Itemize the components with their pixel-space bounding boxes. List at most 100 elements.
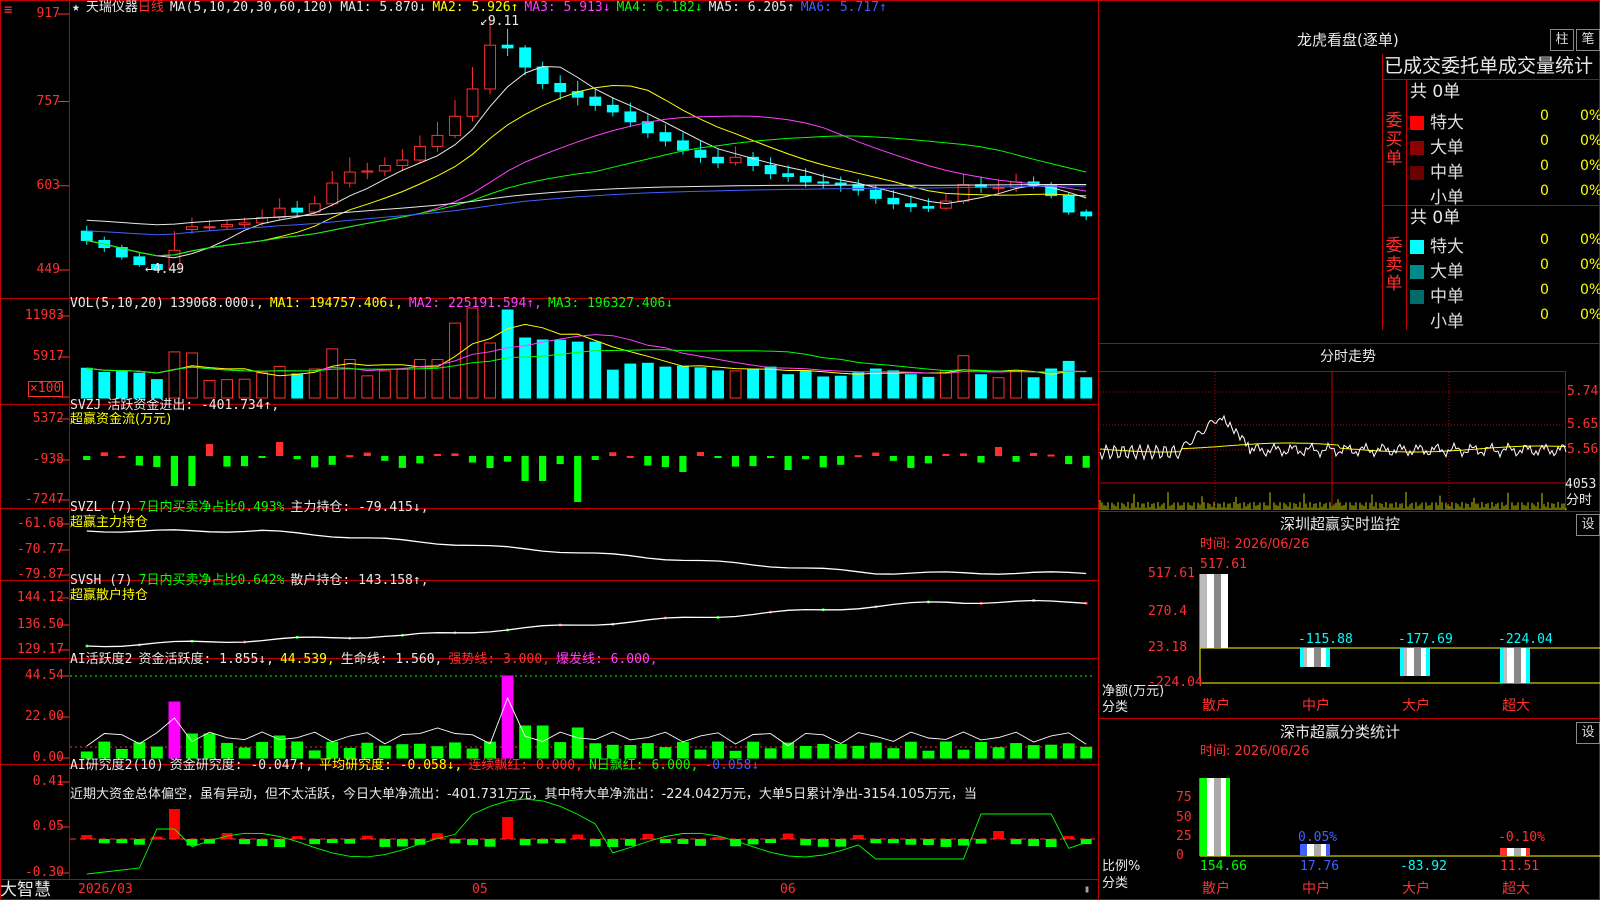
header-item: 平均研究度: -0.058↓, <box>319 758 463 773</box>
ma-value: MA6: 5.717↑ <box>800 0 887 15</box>
stats-bar-value: -83.92 <box>1400 859 1447 874</box>
ma-values: MA1: 5.870↓ MA2: 5.926↑ MA3: 5.913↓ MA4: 6.… <box>340 0 893 15</box>
header-item: 7日内买卖净占比0.642% <box>138 573 285 588</box>
candle-down <box>712 156 724 164</box>
stats-bar-stripe <box>1200 778 1207 856</box>
volume-bar-down <box>1080 377 1093 399</box>
activity-bar <box>1027 745 1040 759</box>
monitor-settings-button[interactable]: 设 <box>1576 514 1600 536</box>
activity-bar <box>484 741 496 759</box>
intraday-tick: 5.74 <box>1567 384 1599 399</box>
price-grid <box>58 13 69 271</box>
ma-line <box>86 184 1087 226</box>
stats-settings-button[interactable]: 设 <box>1576 722 1600 744</box>
candle-down <box>133 256 146 266</box>
volume-bar-down <box>975 374 987 399</box>
research-bar-green <box>1045 839 1057 847</box>
flow-bar-in <box>696 452 705 456</box>
svsh-line <box>58 597 1088 651</box>
research-bar-green <box>677 839 689 844</box>
volume-bar-down <box>747 368 760 399</box>
row-label: 大单 <box>1430 262 1464 282</box>
volume-bar-up <box>1010 371 1023 399</box>
volume-bar-up <box>186 352 198 399</box>
bar-view-button[interactable]: 柱 <box>1550 29 1574 51</box>
research-bar-green <box>887 839 899 844</box>
tick-view-button[interactable]: 笔 <box>1576 29 1600 51</box>
research-bar-green <box>484 839 496 847</box>
sell-row: 大单 0 0% <box>1410 255 1600 282</box>
research-bar-red <box>852 834 864 839</box>
header-item: SVZJ <box>70 398 102 413</box>
volume-bar-down <box>677 365 689 399</box>
flow-bar-out <box>503 456 512 462</box>
header-item: 主力持仓: -79.415↓, <box>290 500 429 515</box>
candle-down <box>764 165 777 175</box>
activity-bar <box>98 741 111 759</box>
star-icon[interactable]: ★ <box>72 0 80 15</box>
candle-down <box>536 66 549 84</box>
header-item: MA1: 194757.406↓, <box>269 296 403 311</box>
header-item: SVSH (7) <box>70 573 133 588</box>
candle-up <box>484 44 496 90</box>
monitor-bar <box>1500 648 1530 683</box>
volume-bar-down <box>852 372 865 399</box>
axis-tick-label: 136.50 <box>17 617 64 632</box>
candlestick-series <box>80 17 1093 270</box>
header-item: 44.539, <box>279 652 335 667</box>
flow-bar-out <box>398 456 406 468</box>
monitor-bar-stripe <box>1407 648 1414 676</box>
moving-average-lines <box>86 65 1087 259</box>
research-bar-green <box>256 839 268 847</box>
sell-row: 中单 0 0% <box>1410 280 1600 307</box>
candle-up <box>466 88 479 117</box>
activity-bar <box>361 742 374 759</box>
flow-bar-out <box>731 456 740 467</box>
candle-down <box>694 149 707 158</box>
stats-bar-value: 154.66 <box>1200 859 1247 874</box>
intraday-title: 分时走势 <box>1320 349 1376 365</box>
axis-tick-label: 144.12 <box>17 590 64 605</box>
volume-bar-down <box>501 309 514 399</box>
sell-total: 共 0单 <box>1410 208 1461 228</box>
svzl-subtitle: 超赢主力持仓 <box>70 515 149 530</box>
flow-bar-out <box>381 456 389 461</box>
lock-icon[interactable]: ▮ <box>1084 882 1090 898</box>
axis-tick-label: -0.30 <box>24 865 64 880</box>
stats-bar-stripe <box>1526 848 1530 856</box>
activity-line <box>86 696 1087 747</box>
flow-bar-out <box>170 456 178 486</box>
candle-down <box>869 189 882 199</box>
flow-bar-out <box>240 456 249 467</box>
research-bar-red <box>572 834 584 839</box>
volume-bar-up <box>221 379 233 399</box>
flow-bar-out <box>977 456 985 463</box>
flow-bar-out <box>714 456 722 458</box>
research-bar-green <box>309 839 321 845</box>
row-count: 0 <box>1540 282 1549 298</box>
header-item: 资金研究度: -0.047↑, <box>169 758 314 773</box>
volume-bar-down <box>519 337 532 399</box>
activity-bar-hot <box>501 675 514 759</box>
research-bar-green <box>133 839 145 845</box>
research-bar-red <box>993 831 1004 839</box>
stats-axis-label: 比例% <box>1102 859 1141 874</box>
volume-bar-down <box>922 376 935 399</box>
period-label[interactable]: 日线 <box>138 0 164 15</box>
volume-bar-up <box>729 370 742 399</box>
stats-tick: 25 <box>1176 829 1192 844</box>
stats-bar-pct: 0.05% <box>1298 830 1338 845</box>
flow-bar-out <box>784 456 792 470</box>
ai-research-header: AI研究度2(10) 资金研究度: -0.047↑, 平均研究度: -0.058↓,… <box>70 758 765 774</box>
volume-bar-down <box>799 370 812 399</box>
candle-down <box>554 82 567 93</box>
research-bar-green <box>958 839 969 846</box>
activity-bar <box>466 748 479 759</box>
header-item: 7日内买卖净占比0.493% <box>138 500 285 515</box>
monitor-bar-stripe <box>1507 648 1514 683</box>
axis-tick-label: 5917 <box>32 349 64 364</box>
candle-down <box>1080 211 1093 217</box>
header-item: 资金活跃度: 1.855↓, <box>138 652 274 667</box>
volume-bar-down <box>1062 360 1075 399</box>
legend-swatch <box>1410 116 1424 130</box>
